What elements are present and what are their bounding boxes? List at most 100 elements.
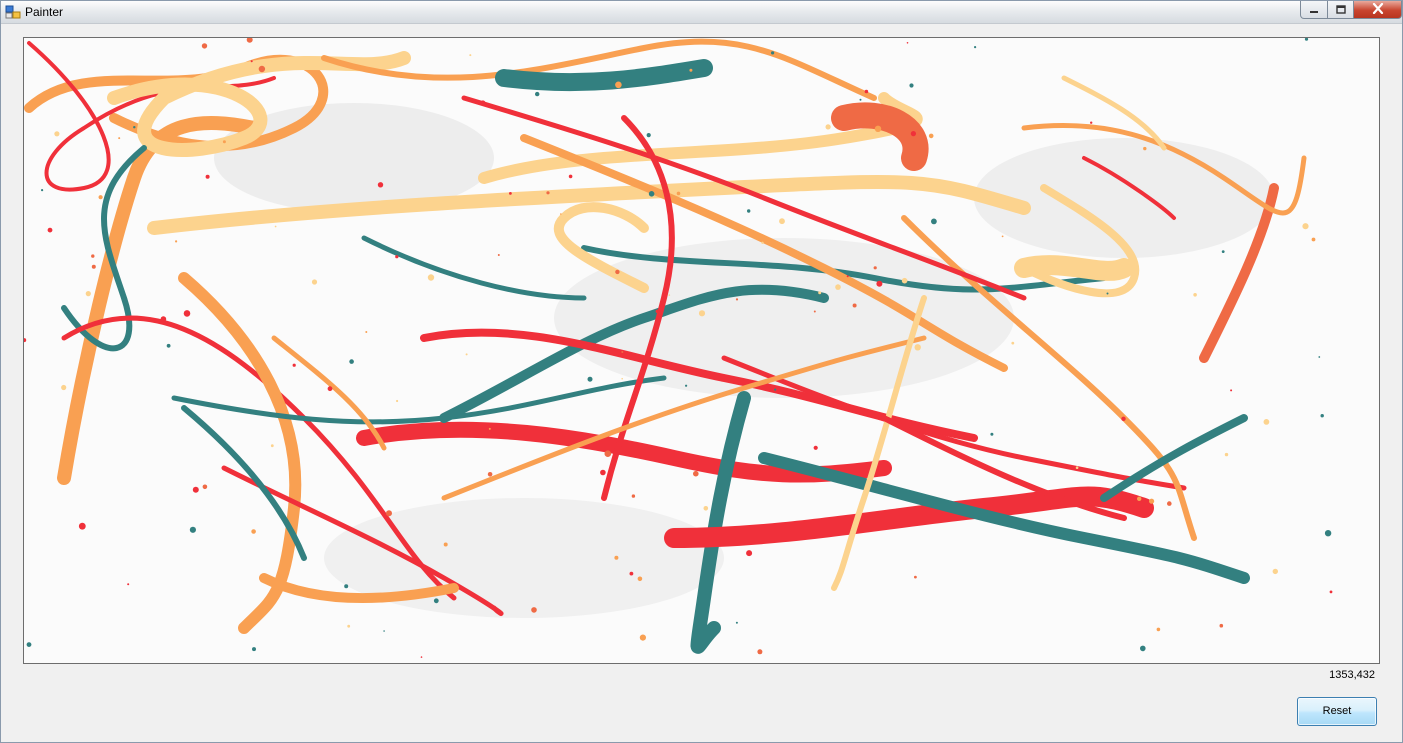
paint-drop <box>1001 235 1004 238</box>
paint-drop <box>205 174 210 179</box>
paint-canvas[interactable] <box>23 37 1380 664</box>
paint-drop <box>1140 645 1146 652</box>
reset-button[interactable]: Reset <box>1297 697 1377 726</box>
paint-drop <box>818 291 822 295</box>
paint-drop <box>629 571 634 576</box>
paint-drop <box>535 91 540 97</box>
paint-drop <box>639 634 647 641</box>
paint-drop <box>201 43 208 49</box>
paint-drop <box>735 621 738 624</box>
paint-drop <box>183 310 191 317</box>
paint-drop <box>1311 237 1316 242</box>
paint-drop <box>914 575 917 579</box>
paint-drop <box>615 269 620 275</box>
paint-drop <box>560 213 562 215</box>
paint-drop <box>1137 496 1142 501</box>
paint-stroke <box>361 235 587 301</box>
paint-drop <box>631 494 636 498</box>
paint-drop <box>825 124 831 130</box>
paint-drop <box>1302 223 1309 230</box>
paint-drop <box>85 291 91 297</box>
paint-drop <box>1143 146 1147 151</box>
paint-drop <box>931 218 937 225</box>
app-icon <box>5 4 21 20</box>
paint-drop <box>61 384 67 391</box>
paint-drop <box>621 351 624 353</box>
paint-drop <box>568 174 573 179</box>
paint-drop <box>906 42 909 44</box>
paint-stroke <box>178 272 302 634</box>
paint-drop <box>1324 530 1332 537</box>
paint-drop <box>54 131 60 137</box>
paint-drop <box>274 225 277 228</box>
paint-drop <box>1075 466 1079 470</box>
paint-drop <box>166 343 171 348</box>
paint-drop <box>383 630 385 632</box>
paint-drop <box>24 338 27 343</box>
paint-drop <box>876 280 883 287</box>
paint-drop <box>648 191 655 197</box>
paint-drop <box>689 68 693 72</box>
paint-drop <box>676 191 681 196</box>
paint-drop <box>1230 389 1233 392</box>
window-title: Painter <box>25 5 64 19</box>
paint-drop <box>160 316 167 322</box>
paint-drop <box>761 241 764 244</box>
paint-drop <box>222 140 226 144</box>
paint-drop <box>859 98 862 101</box>
close-icon <box>1372 1 1384 19</box>
paint-drop <box>469 54 472 57</box>
close-button[interactable] <box>1353 1 1402 19</box>
paint-drop <box>365 331 368 333</box>
paint-drop <box>1167 501 1172 506</box>
paint-drop <box>41 189 44 192</box>
paint-drop <box>349 359 354 364</box>
paint-drop <box>344 584 349 589</box>
paint-drop <box>1149 498 1155 504</box>
paint-drop <box>127 583 130 586</box>
maximize-button[interactable] <box>1327 1 1354 19</box>
paint-drop <box>192 486 199 493</box>
paint-drop <box>1320 414 1324 418</box>
paint-drop <box>703 506 709 511</box>
paint-drop <box>771 51 775 55</box>
paint-drop <box>587 376 593 382</box>
paint-drop <box>202 484 208 490</box>
minimize-icon <box>1309 1 1319 19</box>
paint-drop <box>698 310 706 317</box>
minimize-button[interactable] <box>1300 1 1328 19</box>
paint-drop <box>118 137 121 140</box>
paint-drop <box>292 363 296 367</box>
paint-drop <box>1263 419 1270 425</box>
paint-drop <box>1304 38 1309 41</box>
paint-drop <box>1011 341 1015 345</box>
paint-drop <box>852 303 857 308</box>
paint-drop <box>497 254 500 256</box>
paint-drop <box>246 38 253 43</box>
paint-stroke <box>1014 255 1134 281</box>
paint-drop <box>655 309 660 314</box>
paint-drop <box>26 642 32 647</box>
paint-drop <box>909 83 914 88</box>
paint-drop <box>615 81 622 89</box>
paint-drop <box>910 131 917 137</box>
paint-drop <box>746 550 753 557</box>
paint-drop <box>1090 121 1093 124</box>
paint-drop <box>546 191 550 195</box>
paint-drop <box>757 649 763 655</box>
paint-drop <box>531 607 537 613</box>
paint-surface[interactable] <box>24 38 1379 663</box>
paint-drop <box>488 427 491 430</box>
paint-drop <box>1272 568 1279 575</box>
title-bar[interactable]: Painter <box>1 1 1402 24</box>
paint-drop <box>735 298 739 301</box>
paint-drop <box>914 344 921 351</box>
paint-drop <box>427 274 435 281</box>
paint-drop <box>928 133 934 139</box>
paint-drop <box>252 647 256 652</box>
paint-drop <box>685 384 688 387</box>
paint-drop <box>813 310 816 313</box>
paint-drop <box>901 277 908 284</box>
paint-drop <box>250 60 253 63</box>
paint-drop <box>270 444 274 448</box>
